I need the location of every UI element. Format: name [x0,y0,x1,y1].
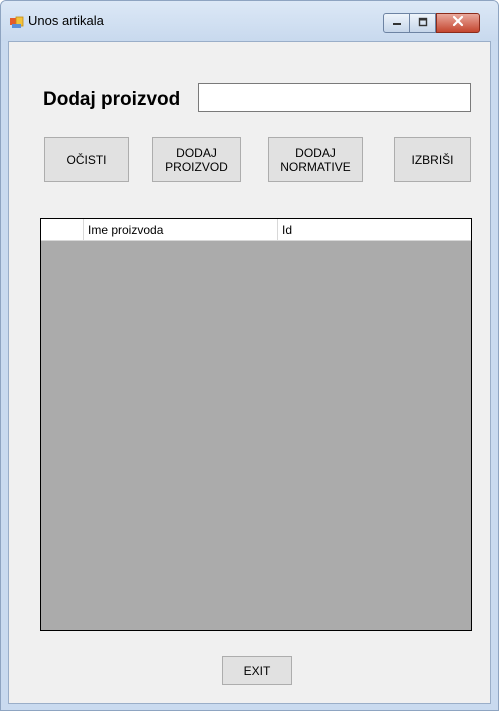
close-icon [452,14,464,32]
delete-button[interactable]: IZBRIŠI [394,137,471,182]
app-window: Unos artikala Dodaj proizvod OČISTI DODA… [0,0,499,711]
clear-button[interactable]: OČISTI [44,137,129,182]
product-name-input[interactable] [198,83,471,112]
window-title: Unos artikala [28,13,104,28]
title-bar[interactable]: Unos artikala [1,1,498,41]
grid-header-row: Ime proizvoda Id [41,219,471,241]
app-form-icon [10,15,24,29]
minimize-button[interactable] [383,13,410,33]
minimize-icon [392,14,402,32]
add-norms-button[interactable]: DODAJ NORMATIVE [268,137,363,182]
close-button[interactable] [436,13,480,33]
product-label: Dodaj proizvod [43,89,181,110]
grid-column-header-id[interactable]: Id [278,219,471,241]
maximize-button[interactable] [410,13,436,33]
add-product-button[interactable]: DODAJ PROIZVOD [152,137,241,182]
exit-button[interactable]: EXIT [222,656,292,685]
maximize-icon [418,14,428,32]
form-client-area: Dodaj proizvod OČISTI DODAJ PROIZVOD DOD… [8,41,491,704]
grid-row-header-corner[interactable] [41,219,84,241]
products-grid[interactable]: Ime proizvoda Id [40,218,472,631]
grid-column-header-name[interactable]: Ime proizvoda [84,219,278,241]
